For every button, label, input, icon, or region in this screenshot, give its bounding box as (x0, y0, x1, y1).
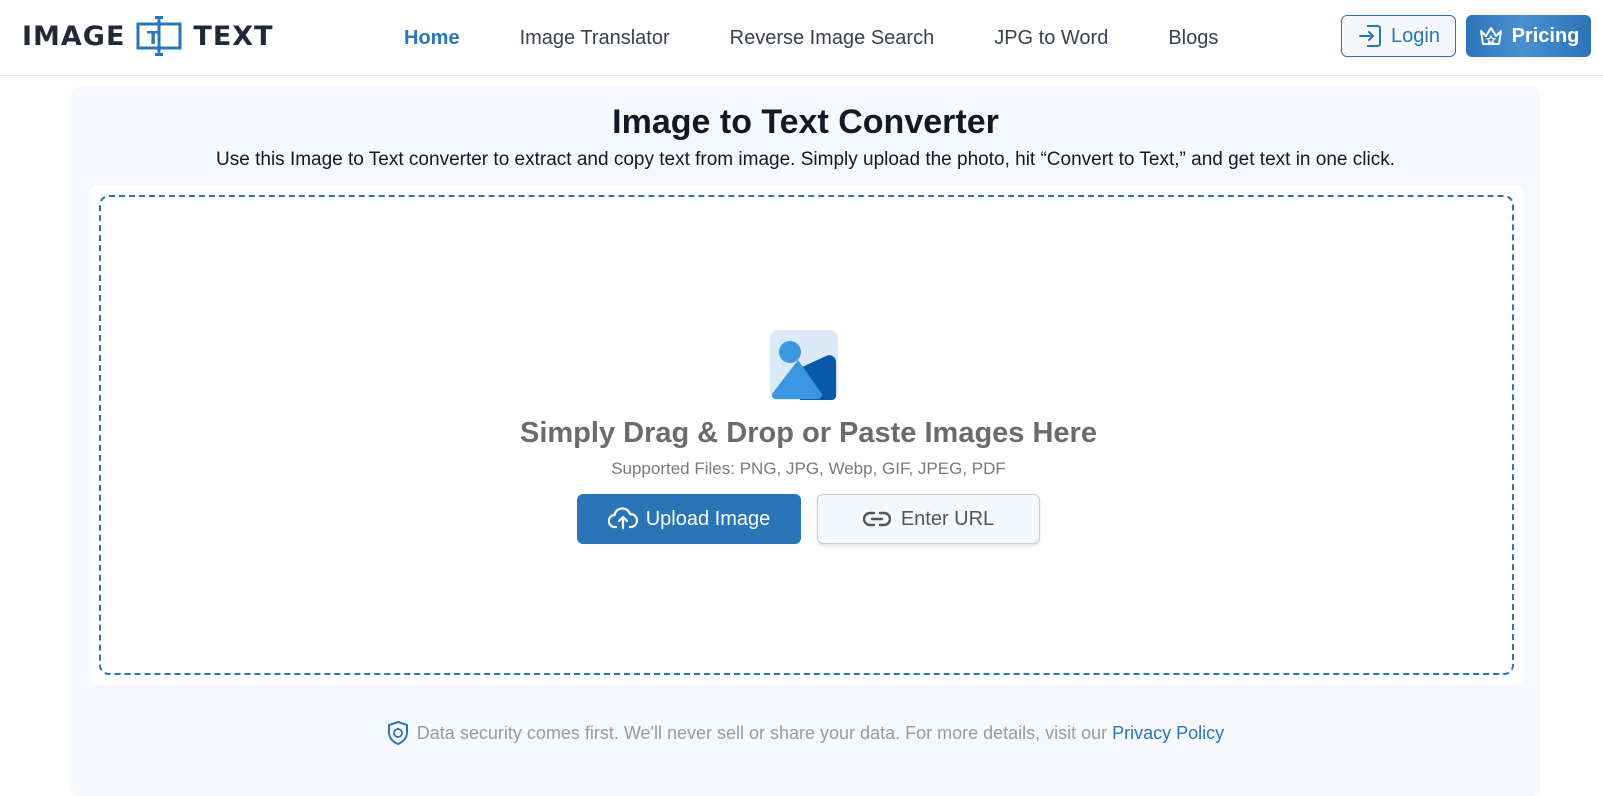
nav-jpg-to-word[interactable]: JPG to Word (994, 27, 1108, 50)
drop-title: Simply Drag & Drop or Paste Images Here (520, 417, 1097, 449)
drop-zone[interactable]: Simply Drag & Drop or Paste Images Here … (99, 195, 1514, 675)
nav-home[interactable]: Home (404, 27, 460, 50)
login-label: Login (1391, 24, 1440, 47)
page-title: Image to Text Converter (612, 103, 999, 141)
enter-url-button[interactable]: Enter URL (817, 494, 1040, 544)
image-icon (770, 330, 838, 400)
security-text: Data security comes first. We'll never s… (416, 722, 1108, 743)
security-notice: Data security comes first. We'll never s… (71, 720, 1540, 746)
main-nav: Home Image Translator Reverse Image Sear… (404, 0, 1278, 76)
svg-text:T: T (147, 28, 160, 49)
privacy-policy-link[interactable]: Privacy Policy (1112, 723, 1224, 744)
site-header: IMAGE T TEXT Home Image Translator Rever… (0, 0, 1603, 76)
login-icon (1359, 25, 1382, 47)
cloud-upload-icon (607, 507, 638, 530)
pricing-button[interactable]: Pricing (1466, 15, 1591, 57)
converter-panel: Image to Text Converter Use this Image t… (71, 87, 1540, 796)
login-button[interactable]: Login (1341, 15, 1456, 57)
upload-card: Simply Drag & Drop or Paste Images Here … (89, 185, 1524, 685)
upload-image-label: Upload Image (645, 507, 771, 530)
logo-text-left: IMAGE (22, 20, 126, 52)
nav-reverse-image-search[interactable]: Reverse Image Search (730, 27, 935, 50)
enter-url-label: Enter URL (900, 507, 995, 530)
shield-icon (387, 720, 408, 746)
pricing-label: Pricing (1511, 24, 1580, 47)
page-subtitle: Use this Image to Text converter to extr… (216, 149, 1395, 170)
logo-mark-icon: T (136, 16, 182, 56)
link-icon (862, 511, 891, 527)
upload-image-button[interactable]: Upload Image (577, 494, 801, 544)
logo[interactable]: IMAGE T TEXT (22, 16, 274, 56)
nav-blogs[interactable]: Blogs (1168, 27, 1218, 50)
nav-image-translator[interactable]: Image Translator (520, 27, 670, 50)
crown-icon (1479, 27, 1502, 45)
logo-text-right: TEXT (193, 20, 274, 52)
supported-files: Supported Files: PNG, JPG, Webp, GIF, JP… (611, 459, 1006, 478)
